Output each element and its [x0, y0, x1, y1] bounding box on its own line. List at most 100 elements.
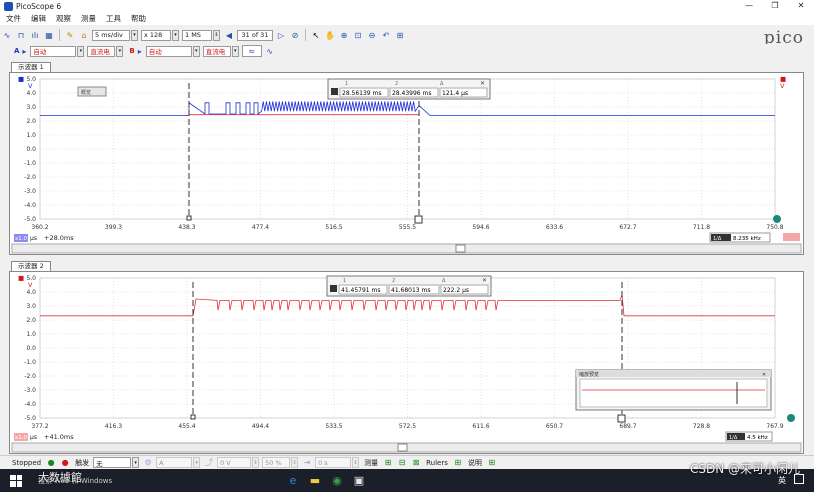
trigger-delay-spin-icon[interactable]: ⇕	[352, 457, 360, 468]
zoom-in-icon[interactable]: ⊕	[338, 29, 350, 41]
zoom-select[interactable]: x 128	[141, 29, 171, 41]
x-tick-label: 572.5	[399, 423, 416, 430]
timebase-select[interactable]: 5 ms/div	[92, 29, 130, 41]
scope-2-zoom-overview[interactable]: 缩放预览 ✕	[575, 369, 772, 411]
close-button[interactable]: ✕	[788, 0, 814, 12]
spectrum-mode-icon[interactable]: ılı	[29, 29, 41, 41]
capture-counter[interactable]: 31 of 31	[237, 29, 273, 41]
delete-measurement-icon[interactable]: ⊠	[410, 457, 422, 469]
menu-measure[interactable]: 测量	[81, 13, 96, 24]
trigger-level-spin-icon[interactable]: ⇕	[252, 457, 260, 468]
math-channels-icon[interactable]: ≈	[241, 45, 262, 57]
channel-b-coupling[interactable]: 直流电	[202, 45, 231, 57]
trigger-channel-dropdown-icon[interactable]: ▾	[193, 457, 201, 468]
add-measurement-icon[interactable]: ⊞	[382, 457, 394, 469]
scope-1-ruler-2-handle[interactable]	[414, 215, 423, 224]
hand-tool-icon[interactable]: ✋	[324, 29, 336, 41]
channel-b-range-dropdown-icon[interactable]: ▾	[192, 45, 200, 57]
trigger-mode-dropdown-icon[interactable]: ▾	[132, 457, 140, 468]
scope-1-scrollbar[interactable]	[11, 243, 802, 254]
channel-a-coupling[interactable]: 直流电	[87, 45, 116, 57]
channel-b-coupling-dropdown-icon[interactable]: ▾	[231, 45, 239, 57]
menu-view[interactable]: 观察	[56, 13, 71, 24]
notes-icon[interactable]: ⊞	[486, 457, 498, 469]
scope-2-zoom-overview-close-icon[interactable]: ✕	[762, 372, 766, 378]
trigger-edge-icon[interactable]: ⤴	[203, 457, 215, 469]
tab-scope-2[interactable]: 示波器 2	[11, 261, 51, 271]
menu-help[interactable]: 帮助	[131, 13, 146, 24]
trigger-level-input[interactable]: 0 V	[217, 457, 252, 468]
view-add-icon[interactable]: ▦	[43, 29, 55, 41]
scope-2-ruler-1-handle[interactable]	[190, 414, 196, 420]
stop-icon[interactable]: ●	[59, 457, 71, 469]
trigger-channel-select[interactable]: A	[156, 457, 193, 468]
minimize-button[interactable]: —	[736, 0, 762, 12]
zoom-area-icon[interactable]: ⊡	[352, 29, 364, 41]
scope-1-ruler-close-icon[interactable]: ✕	[480, 80, 485, 87]
scope-1-trigger-marker[interactable]	[773, 215, 781, 223]
pretrigger-spin-icon[interactable]: ⇕	[291, 457, 299, 468]
chrome-icon[interactable]: ◉	[326, 469, 348, 492]
file-explorer-icon[interactable]: ▬	[304, 469, 326, 492]
zoom-fit-icon[interactable]: ⊞	[394, 29, 406, 41]
scope-2-trigger-marker[interactable]	[787, 414, 795, 422]
scope-1-zoom-badge-right[interactable]	[783, 233, 800, 241]
menu-file[interactable]: 文件	[6, 13, 21, 24]
maximize-button[interactable]: ❐	[762, 0, 788, 12]
y-tick-label: 1.0	[26, 132, 36, 139]
scope-1-scrollbar-thumb[interactable]	[455, 244, 466, 253]
scope-1-canvas[interactable]: 5.04.03.02.01.00.0-1.0-2.0-3.0-4.0-5.0 3…	[10, 73, 805, 256]
trigger-label: 触发	[75, 458, 90, 467]
probe-icon[interactable]: ✎	[64, 29, 76, 41]
timebase-dropdown-icon[interactable]: ▾	[131, 29, 138, 41]
x-tick-label: 750.8	[766, 224, 783, 231]
scope-1-ruler-legend[interactable]: 1 2 Δ ✕ 28.56139 ms 28.43996 ms 121.4 μs	[327, 78, 491, 100]
scope-2-ruler-close-icon[interactable]: ✕	[482, 277, 487, 284]
post-trigger-icon[interactable]: ⇥	[301, 457, 313, 469]
windows-start-icon[interactable]	[10, 474, 22, 487]
tab-scope-1[interactable]: 示波器 1	[11, 62, 51, 72]
menu-edit[interactable]: 编辑	[31, 13, 46, 24]
channel-a-options-icon[interactable]: ▸	[20, 45, 28, 57]
reference-waveforms-icon[interactable]: ∿	[264, 45, 276, 57]
start-icon[interactable]: ●	[45, 457, 57, 469]
scope-1-ruler-1-handle[interactable]	[186, 215, 192, 221]
pretrigger-input[interactable]: 50 %	[262, 457, 291, 468]
edge-browser-icon[interactable]: e	[282, 469, 304, 492]
pointer-tool-icon[interactable]: ↖	[310, 29, 322, 41]
channel-b-range[interactable]: 自动	[145, 45, 192, 57]
buffer-nav-icon[interactable]: ⊘	[289, 29, 301, 41]
x-tick-label: 455.4	[178, 423, 195, 430]
edit-measurement-icon[interactable]: ⊟	[396, 457, 408, 469]
rulers-icon[interactable]: ⊞	[452, 457, 464, 469]
trigger-delay-input[interactable]: 0 s	[315, 457, 352, 468]
scope-1-ruler-channel-icon	[331, 88, 338, 95]
scope-2-ruler-2-handle[interactable]	[617, 414, 626, 423]
channel-a-range[interactable]: 自动	[30, 45, 77, 57]
scope-mode-icon[interactable]: ∿	[1, 29, 13, 41]
x-tick-label: 633.6	[546, 224, 563, 231]
trigger-mode-select[interactable]: 无	[93, 457, 132, 468]
samples-spin-icon[interactable]: ⇕	[213, 29, 220, 41]
channel-a-label[interactable]: A	[14, 47, 19, 55]
home-icon[interactable]: ⌂	[78, 29, 90, 41]
zoom-out-icon[interactable]: ⊖	[366, 29, 378, 41]
scope-2-canvas[interactable]: 5.04.03.02.01.00.0-1.0-2.0-3.0-4.0-5.0 3…	[10, 272, 805, 455]
zoom-dropdown-icon[interactable]: ▾	[172, 29, 179, 41]
scope-1-freq-label: 1/Δ	[713, 236, 722, 242]
channel-a-range-dropdown-icon[interactable]: ▾	[77, 45, 85, 57]
persistence-mode-icon[interactable]: ⊓	[15, 29, 27, 41]
channel-b-options-icon[interactable]: ▸	[136, 45, 144, 57]
menu-tools[interactable]: 工具	[106, 13, 121, 24]
scope-2-ruler-legend[interactable]: 1 2 Δ ✕ 41.45791 ms 41.68013 ms 222.2 μs	[326, 275, 492, 297]
buffer-next-icon[interactable]: ▷	[275, 29, 287, 41]
undo-zoom-icon[interactable]: ↶	[380, 29, 392, 41]
y-tick-label: 0.0	[26, 146, 36, 153]
channel-a-coupling-dropdown-icon[interactable]: ▾	[116, 45, 124, 57]
scope-2-scrollbar-thumb[interactable]	[397, 443, 408, 452]
picoscope-taskbar-icon[interactable]: ▣	[348, 469, 370, 492]
samples-select[interactable]: 1 MS	[182, 29, 212, 41]
channel-b-label[interactable]: B	[129, 47, 134, 55]
buffer-prev-icon[interactable]: ◀	[223, 29, 235, 41]
trigger-options-icon[interactable]: ⚙	[142, 457, 154, 469]
